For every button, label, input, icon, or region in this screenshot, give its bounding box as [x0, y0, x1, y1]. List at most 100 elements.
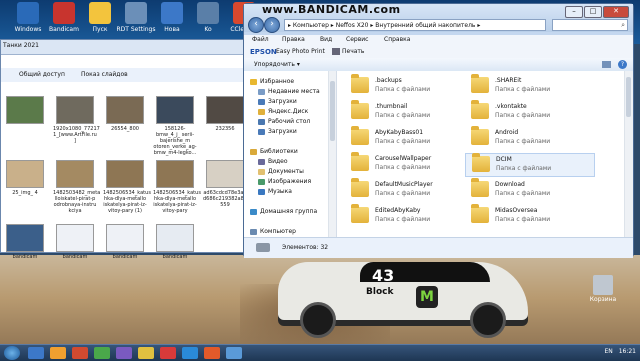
language-indicator[interactable]: EN	[605, 348, 613, 355]
bg-thumbnail[interactable]: 158126-bmw_4_j_ serii-bajerishe_m otoren…	[153, 96, 197, 156]
help-icon[interactable]: ?	[618, 60, 627, 69]
taskbar-app-icon[interactable]	[72, 347, 88, 359]
thumbnail-image	[156, 224, 194, 252]
taskbar-app-icon[interactable]	[182, 347, 198, 359]
desktop-shortcut-icon	[53, 2, 75, 24]
bg-thumbnail[interactable]: bandicam	[103, 224, 147, 260]
bg-thumbnail[interactable]: ad63cdcd78e3a9 d686c219382a8b9 559	[203, 160, 250, 208]
bg-thumbnail[interactable]: 1920x1080_77217 1_[www.ArtFile.ru ]	[53, 96, 100, 144]
folder-item[interactable]: EditedAbyKaby Папка с файлами	[345, 204, 475, 229]
folder-name: .backups	[375, 77, 402, 84]
taskbar-app-icon[interactable]	[116, 347, 132, 359]
desktop-icon-label: Пуск	[92, 26, 108, 33]
organize-button[interactable]: Упорядочить ▾	[254, 61, 300, 68]
thumbnail-image	[206, 96, 244, 124]
background-explorer-window[interactable]: Танки 2021 Общий доступ Показ слайдов 192…	[0, 39, 250, 260]
folder-item[interactable]: Download Папка с файлами	[465, 178, 595, 203]
address-bar[interactable]: ▸ Компьютер ▸ Neffos X20 ▸ Внутренний об…	[284, 19, 546, 31]
folder-item[interactable]: DefaultMusicPlayer Папка с файлами	[345, 178, 475, 203]
easy-photo-print-button[interactable]: Easy Photo Print	[276, 48, 325, 55]
bg-thumbnail[interactable]: 232356	[203, 96, 247, 132]
folder-item[interactable]: .vkontakte Папка с файлами	[465, 100, 595, 125]
view-options-icon[interactable]	[602, 61, 611, 68]
folder-type: Папка с файлами	[375, 112, 431, 119]
folder-icon	[351, 178, 369, 197]
system-tray: EN 16:21	[605, 348, 637, 355]
folder-item[interactable]: .thumbnail Папка с файлами	[345, 100, 475, 125]
folder-item[interactable]: AbyKabyBass01 Папка с файлами	[345, 126, 475, 151]
thumbnail-label: bandicam	[12, 254, 38, 260]
print-button[interactable]: Печать	[342, 48, 364, 55]
thumbnail-label: bandicam	[62, 254, 88, 260]
nav-item-label: Недавние места	[268, 88, 320, 95]
folder-name: DCIM	[496, 156, 512, 163]
minimize-button[interactable]: –	[565, 6, 583, 18]
desktop-icon-label: Windows	[14, 26, 42, 33]
clock[interactable]: 16:21	[619, 348, 636, 355]
content-scroll-thumb[interactable]	[626, 77, 631, 117]
bg-thumbnail[interactable]: bandicam	[153, 224, 197, 260]
back-button[interactable]: ‹	[248, 17, 264, 33]
window-controls: – □ ✕	[564, 6, 629, 18]
thumbnail-label: 1920x1080_77217 1_[www.ArtFile.ru ]	[53, 126, 100, 144]
menu-item[interactable]: Файл	[252, 36, 269, 43]
thumbnail-image	[106, 160, 144, 188]
thumbnail-image	[156, 160, 194, 188]
homegroup-icon	[250, 208, 257, 215]
bg-thumbnail[interactable]: bandicam	[53, 224, 97, 260]
content-scrollbar[interactable]	[624, 71, 633, 237]
taskbar-app-icon[interactable]	[138, 347, 154, 359]
bg-toolbar-button[interactable]: Общий доступ	[19, 71, 65, 78]
taskbar-app-icon[interactable]	[94, 347, 110, 359]
nav-item-label: Загрузки	[268, 98, 297, 105]
bg-thumbnail[interactable]: 1482506534_katus hka-dlya-metallo iskate…	[103, 160, 151, 214]
folder-item[interactable]: DCIM Папка с файлами	[465, 153, 595, 177]
folder-type: Папка с файлами	[375, 164, 431, 171]
menu-item[interactable]: Вид	[320, 36, 332, 43]
folder-name: CarouselWallpaper	[375, 155, 432, 162]
folder-type: Папка с файлами	[375, 138, 431, 145]
start-button[interactable]	[4, 346, 20, 360]
maximize-button[interactable]: □	[584, 6, 602, 18]
folder-item[interactable]: .backups Папка с файлами	[345, 74, 475, 99]
recycle-bin-glyph-icon	[593, 275, 613, 295]
menu-item[interactable]: Справка	[384, 36, 410, 43]
bg-thumbnail[interactable]: 1482503482_meta lloiskatel-pirat-p odrob…	[53, 160, 100, 214]
folder-item[interactable]: .SHAREit Папка с файлами	[465, 74, 595, 99]
bg-thumbnail[interactable]: 26554_800	[103, 96, 147, 132]
downloads-icon	[258, 98, 265, 105]
folder-icon	[351, 152, 369, 171]
folder-item[interactable]: Android Папка с файлами	[465, 126, 595, 151]
bg-address-bar[interactable]: Танки 2021	[1, 40, 249, 55]
bg-toolbar-button[interactable]: Показ слайдов	[81, 71, 128, 78]
nav-item-label: Изображения	[268, 178, 312, 185]
desktop-shortcut-icon	[17, 2, 39, 24]
menu-item[interactable]: Сервис	[346, 36, 368, 43]
folder-item[interactable]: MidasOversea Папка с файлами	[465, 204, 595, 229]
bg-thumbnail[interactable]: 25_img_ 4	[3, 160, 47, 196]
drive-icon	[256, 243, 270, 252]
folder-name: .thumbnail	[375, 103, 408, 110]
folder-item[interactable]: CarouselWallpaper Папка с файлами	[345, 152, 475, 177]
search-input[interactable]: ⌕	[552, 19, 628, 31]
bg-thumbnail[interactable]: 1482506534_katus hka-dlya-metallo iskate…	[153, 160, 201, 214]
folder-icon	[351, 74, 369, 93]
recycle-bin-icon[interactable]: Корзина	[578, 275, 628, 303]
nav-scrollbar[interactable]	[328, 71, 336, 237]
taskbar-app-icon[interactable]	[50, 347, 66, 359]
thumbnail-image	[56, 96, 94, 124]
taskbar-app-icon[interactable]	[160, 347, 176, 359]
nav-scroll-thumb[interactable]	[330, 81, 335, 141]
nav-item-label: Видео	[268, 158, 288, 165]
title-bar[interactable]: www.BANDICAM.com ‹ › ▸ Компьютер ▸ Neffo…	[244, 3, 633, 33]
explorer-window[interactable]: www.BANDICAM.com ‹ › ▸ Компьютер ▸ Neffo…	[243, 3, 634, 258]
bg-thumbnail[interactable]: bandicam	[3, 224, 47, 260]
taskbar-app-icon[interactable]	[204, 347, 220, 359]
bg-thumbnail[interactable]	[3, 96, 47, 126]
folder-name: Android	[495, 129, 519, 136]
forward-button[interactable]: ›	[264, 17, 280, 33]
close-button[interactable]: ✕	[603, 6, 629, 18]
menu-item[interactable]: Правка	[282, 36, 305, 43]
taskbar-app-icon[interactable]	[226, 347, 242, 359]
taskbar-app-icon[interactable]	[28, 347, 44, 359]
